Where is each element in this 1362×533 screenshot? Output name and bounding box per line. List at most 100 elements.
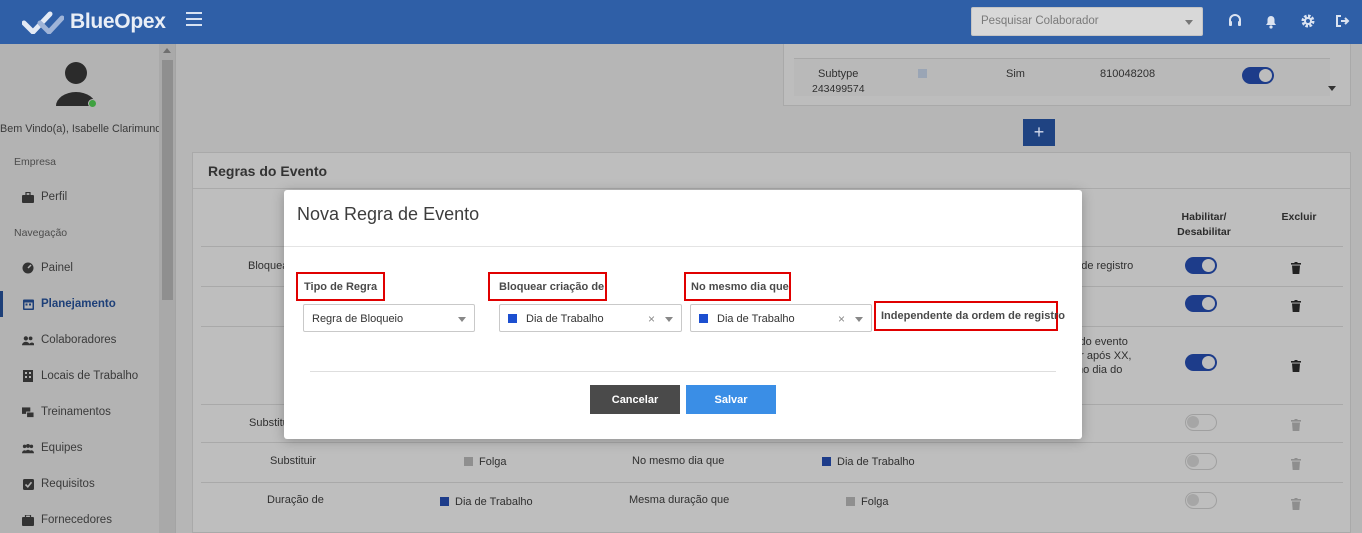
rule-enable-toggle[interactable] <box>1185 295 1217 312</box>
headset-icon[interactable] <box>1226 12 1244 30</box>
save-button[interactable]: Salvar <box>686 385 776 414</box>
logout-icon[interactable] <box>1333 12 1351 30</box>
subtype-id: 243499574 <box>812 83 865 95</box>
users-icon <box>22 334 34 346</box>
search-placeholder: Pesquisar Colaborador <box>981 15 1099 27</box>
rule-condition: l do evento or após XX, mo dia do <box>1074 336 1132 376</box>
sidebar-item-label: Colaboradores <box>41 334 117 346</box>
subtype-card: Subtype 243499574 Sim 810048208 <box>783 44 1351 106</box>
day-type-swatch <box>699 314 708 323</box>
welcome-text: Bem Vindo(a), Isabelle Clarimundo <box>0 123 160 135</box>
rule-type: Bloquea <box>248 260 289 272</box>
bell-icon[interactable] <box>1262 12 1280 30</box>
scroll-up-icon[interactable] <box>163 48 171 53</box>
same-day-select[interactable]: Dia de Trabalho × <box>690 304 872 332</box>
sidebar: Bem Vindo(a), Isabelle Clarimundo Empres… <box>0 44 176 533</box>
sidebar-item-requisitos[interactable]: Requisitos <box>0 471 160 497</box>
sidebar-item-fornecedores[interactable]: Fornecedores <box>0 507 160 533</box>
rule-enable-toggle[interactable] <box>1185 257 1217 274</box>
block-creation-select[interactable]: Dia de Trabalho × <box>499 304 682 332</box>
col-header-toggle: Habilitar/ Desabilitar <box>1177 211 1231 238</box>
sidebar-item-label: Treinamentos <box>41 406 111 418</box>
brand-logo[interactable]: BlueOpex <box>22 8 166 36</box>
clear-icon[interactable]: × <box>648 312 655 326</box>
rule-target: Folga <box>846 496 889 508</box>
sidebar-item-locais[interactable]: Locais de Trabalho <box>0 363 160 389</box>
rule-source: Folga <box>464 456 507 468</box>
dashboard-icon <box>22 262 34 274</box>
rules-title: Regras do Evento <box>208 163 328 179</box>
divider <box>193 188 1350 189</box>
collaborator-search-select[interactable]: Pesquisar Colaborador <box>971 7 1203 36</box>
subtype-code: 810048208 <box>1100 68 1156 80</box>
rule-type: Substitu <box>249 417 289 429</box>
subtype-name: Subtype <box>818 68 859 80</box>
rule-enable-toggle[interactable] <box>1185 414 1217 431</box>
sidebar-item-planejamento[interactable]: Planejamento <box>0 291 160 317</box>
scrollbar-thumb[interactable] <box>162 60 173 300</box>
rule-type-select[interactable]: Regra de Bloqueio <box>303 304 475 332</box>
divider <box>284 246 1082 247</box>
rule-enable-toggle[interactable] <box>1185 453 1217 470</box>
section-company: Empresa <box>14 156 57 168</box>
chevron-down-icon <box>665 317 673 322</box>
new-rule-modal: Nova Regra de Evento Tipo de Regra Regra… <box>284 190 1082 439</box>
rule-source: Dia de Trabalho <box>440 496 533 508</box>
registration-order-text: Independente da ordem de registro <box>881 310 1065 322</box>
same-day-label: No mesmo dia que <box>691 281 789 293</box>
checkbox-icon <box>22 478 34 490</box>
cancel-button[interactable]: Cancelar <box>590 385 680 414</box>
supplier-icon <box>22 514 34 526</box>
rule-enable-toggle[interactable] <box>1185 354 1217 371</box>
modal-title: Nova Regra de Evento <box>297 204 480 224</box>
table-row: Subtype 243499574 Sim 810048208 <box>794 58 1330 96</box>
section-navigation: Navegação <box>14 227 68 239</box>
block-creation-value: Dia de Trabalho <box>526 313 604 325</box>
day-type-swatch <box>508 314 517 323</box>
trash-icon[interactable] <box>1291 419 1301 431</box>
trash-icon[interactable] <box>1291 498 1301 510</box>
sidebar-item-label: Perfil <box>41 191 68 203</box>
trash-icon[interactable] <box>1291 458 1301 470</box>
top-bar: BlueOpex Pesquisar Colaborador <box>0 0 1362 44</box>
briefcase-icon <box>22 191 34 203</box>
sidebar-item-painel[interactable]: Painel <box>0 255 160 281</box>
sidebar-scrollbar[interactable] <box>159 44 175 533</box>
clear-icon[interactable]: × <box>838 312 845 326</box>
rule-relation: No mesmo dia que <box>632 455 725 467</box>
add-rule-button[interactable]: + <box>1023 119 1055 146</box>
chevron-down-icon <box>458 317 466 322</box>
rule-type: Duração de <box>267 494 324 506</box>
team-icon <box>22 442 34 454</box>
sidebar-item-label: Fornecedores <box>41 514 112 526</box>
building-icon <box>22 370 34 382</box>
subtype-color-swatch <box>918 69 927 78</box>
sidebar-item-treinamentos[interactable]: Treinamentos <box>0 399 160 425</box>
trash-icon[interactable] <box>1291 360 1301 372</box>
online-status-dot <box>88 99 97 108</box>
sidebar-item-label: Planejamento <box>41 298 116 310</box>
same-day-value: Dia de Trabalho <box>717 313 795 325</box>
sidebar-item-equipes[interactable]: Equipes <box>0 435 160 461</box>
chevron-down-icon <box>855 317 863 322</box>
trash-icon[interactable] <box>1291 262 1301 274</box>
rule-type-label: Tipo de Regra <box>304 281 378 293</box>
scroll-down-icon[interactable] <box>1328 86 1336 91</box>
chevron-down-icon <box>1185 20 1193 25</box>
rule-relation: Mesma duração que <box>629 494 730 506</box>
subtype-enable-toggle[interactable] <box>1242 67 1274 84</box>
menu-toggle-icon[interactable] <box>186 12 202 26</box>
rule-enable-toggle[interactable] <box>1185 492 1217 509</box>
calendar-icon <box>22 298 34 310</box>
sidebar-item-colaboradores[interactable]: Colaboradores <box>0 327 160 353</box>
avatar[interactable] <box>54 60 98 108</box>
brand-name: BlueOpex <box>70 10 166 33</box>
trash-icon[interactable] <box>1291 300 1301 312</box>
rule-type-value: Regra de Bloqueio <box>312 313 404 325</box>
col-header-delete: Excluir <box>1281 211 1317 223</box>
divider <box>310 371 1056 372</box>
gear-icon[interactable] <box>1299 12 1317 30</box>
sidebar-item-perfil[interactable]: Perfil <box>0 184 160 210</box>
rule-type: Substituir <box>270 455 316 467</box>
subtype-flag: Sim <box>1006 68 1025 80</box>
